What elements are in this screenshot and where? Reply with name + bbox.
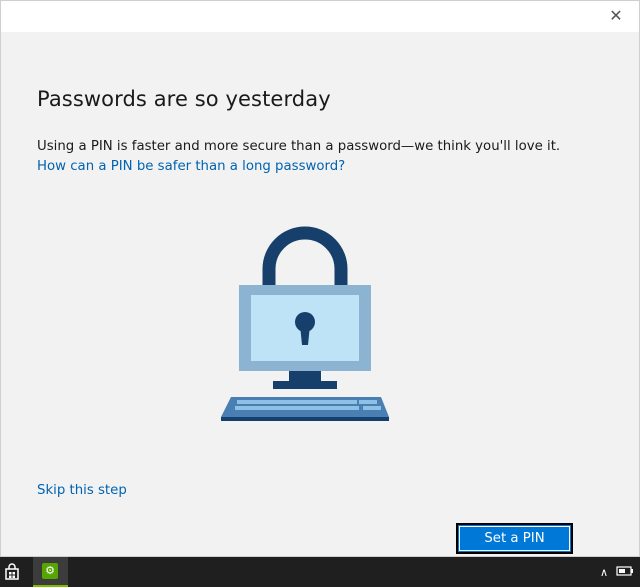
- close-icon: ✕: [609, 6, 623, 25]
- system-tray: ∧: [600, 563, 634, 581]
- pin-info-link[interactable]: How can a PIN be safer than a long passw…: [37, 159, 345, 174]
- lock-computer-icon: [221, 226, 389, 421]
- page-title: Passwords are so yesterday: [37, 87, 331, 111]
- pin-setup-window: ✕ Passwords are so yesterday Using a PIN…: [0, 0, 640, 557]
- taskbar: ⚙ ∧: [0, 557, 640, 587]
- padlock-shackle: [262, 226, 348, 291]
- settings-taskbar-button[interactable]: ⚙: [33, 557, 68, 587]
- title-bar: ✕: [1, 1, 639, 32]
- description-text: Using a PIN is faster and more secure th…: [37, 139, 561, 154]
- skip-link[interactable]: Skip this step: [37, 483, 127, 498]
- monitor-stand-base: [273, 381, 337, 389]
- settings-icon: ⚙: [42, 563, 58, 579]
- battery-icon[interactable]: [616, 565, 634, 580]
- store-icon[interactable]: [3, 563, 21, 581]
- close-button[interactable]: ✕: [607, 7, 625, 25]
- chevron-up-icon[interactable]: ∧: [600, 566, 608, 579]
- set-pin-button[interactable]: Set a PIN: [456, 523, 573, 554]
